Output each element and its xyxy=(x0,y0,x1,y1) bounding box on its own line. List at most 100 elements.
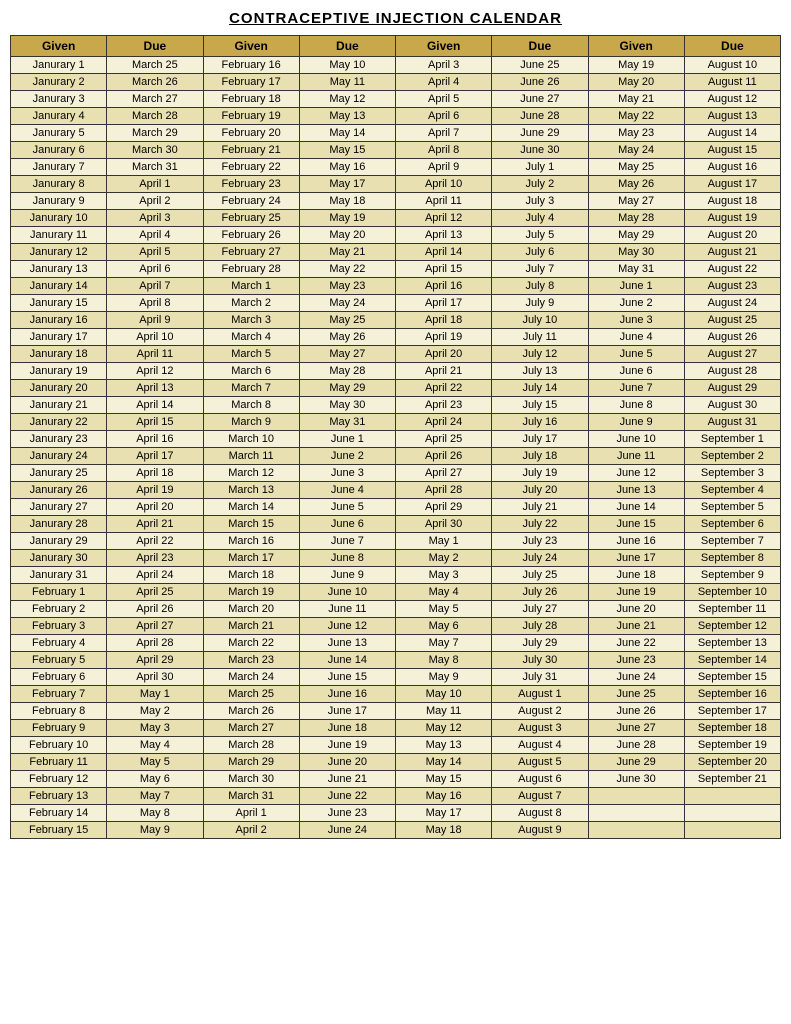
table-cell: August 31 xyxy=(684,414,780,431)
table-cell: June 29 xyxy=(588,754,684,771)
table-cell: July 16 xyxy=(492,414,588,431)
table-row: Janurary 20April 13March 7May 29April 22… xyxy=(11,380,781,397)
table-cell: June 26 xyxy=(588,703,684,720)
table-row: Janurary 6March 30February 21May 15April… xyxy=(11,142,781,159)
table-body: Janurary 1March 25February 16May 10April… xyxy=(11,57,781,839)
table-cell: Janurary 28 xyxy=(11,516,107,533)
table-cell: August 6 xyxy=(492,771,588,788)
table-cell: July 9 xyxy=(492,295,588,312)
table-cell: July 13 xyxy=(492,363,588,380)
table-cell: May 11 xyxy=(396,703,492,720)
table-cell: Janurary 17 xyxy=(11,329,107,346)
table-cell: May 18 xyxy=(299,193,395,210)
table-row: February 11May 5March 29June 20May 14Aug… xyxy=(11,754,781,771)
table-cell: April 4 xyxy=(396,74,492,91)
table-cell: September 21 xyxy=(684,771,780,788)
calendar-table: Given Due Given Due Given Due Given Due … xyxy=(10,35,781,839)
table-cell: March 3 xyxy=(203,312,299,329)
table-cell: April 14 xyxy=(107,397,203,414)
table-cell: June 20 xyxy=(299,754,395,771)
table-cell: June 23 xyxy=(299,805,395,822)
table-cell: April 15 xyxy=(396,261,492,278)
table-cell: April 11 xyxy=(107,346,203,363)
table-cell: June 22 xyxy=(299,788,395,805)
table-cell: March 17 xyxy=(203,550,299,567)
table-cell: May 2 xyxy=(396,550,492,567)
table-cell: June 18 xyxy=(588,567,684,584)
table-cell: May 28 xyxy=(299,363,395,380)
table-cell: Janurary 3 xyxy=(11,91,107,108)
table-cell: Janurary 10 xyxy=(11,210,107,227)
table-cell: August 18 xyxy=(684,193,780,210)
table-row: February 15May 9April 2June 24May 18Augu… xyxy=(11,822,781,839)
table-row: Janurary 13April 6February 28May 22April… xyxy=(11,261,781,278)
table-cell: April 6 xyxy=(396,108,492,125)
table-row: February 8May 2March 26June 17May 11Augu… xyxy=(11,703,781,720)
table-cell: April 30 xyxy=(396,516,492,533)
table-cell: July 25 xyxy=(492,567,588,584)
table-cell: April 2 xyxy=(107,193,203,210)
table-cell: April 18 xyxy=(107,465,203,482)
table-cell: March 2 xyxy=(203,295,299,312)
table-cell: February 17 xyxy=(203,74,299,91)
table-cell: April 2 xyxy=(203,822,299,839)
table-cell: May 9 xyxy=(107,822,203,839)
table-cell: June 9 xyxy=(299,567,395,584)
table-cell: July 1 xyxy=(492,159,588,176)
table-cell: July 29 xyxy=(492,635,588,652)
table-cell: June 1 xyxy=(299,431,395,448)
table-cell: April 12 xyxy=(107,363,203,380)
table-cell: June 7 xyxy=(588,380,684,397)
table-cell: February 16 xyxy=(203,57,299,74)
header-given-4: Given xyxy=(588,36,684,57)
table-cell: May 4 xyxy=(396,584,492,601)
table-cell: May 29 xyxy=(588,227,684,244)
table-cell: April 1 xyxy=(107,176,203,193)
table-cell: July 17 xyxy=(492,431,588,448)
table-cell: August 13 xyxy=(684,108,780,125)
table-cell: May 16 xyxy=(396,788,492,805)
table-row: February 4April 28March 22June 13May 7Ju… xyxy=(11,635,781,652)
table-cell: February 3 xyxy=(11,618,107,635)
table-row: February 10May 4March 28June 19May 13Aug… xyxy=(11,737,781,754)
header-given-3: Given xyxy=(396,36,492,57)
table-cell: April 3 xyxy=(107,210,203,227)
table-cell: May 30 xyxy=(299,397,395,414)
table-cell: April 26 xyxy=(396,448,492,465)
table-cell: February 12 xyxy=(11,771,107,788)
table-cell: Janurary 2 xyxy=(11,74,107,91)
table-cell: August 14 xyxy=(684,125,780,142)
table-row: February 7May 1March 25June 16May 10Augu… xyxy=(11,686,781,703)
table-cell: July 14 xyxy=(492,380,588,397)
table-cell: May 27 xyxy=(299,346,395,363)
table-cell: April 27 xyxy=(396,465,492,482)
table-cell: February 19 xyxy=(203,108,299,125)
table-cell: February 24 xyxy=(203,193,299,210)
table-cell: May 14 xyxy=(299,125,395,142)
table-cell: March 6 xyxy=(203,363,299,380)
table-cell: May 26 xyxy=(588,176,684,193)
table-row: Janurary 16April 9March 3May 25April 18J… xyxy=(11,312,781,329)
table-row: Janurary 4March 28February 19May 13April… xyxy=(11,108,781,125)
table-cell: June 12 xyxy=(588,465,684,482)
table-cell: August 4 xyxy=(492,737,588,754)
table-cell: June 19 xyxy=(299,737,395,754)
table-cell: April 6 xyxy=(107,261,203,278)
table-row: Janurary 23April 16March 10June 1April 2… xyxy=(11,431,781,448)
table-cell: March 20 xyxy=(203,601,299,618)
table-cell: June 24 xyxy=(299,822,395,839)
header-due-1: Due xyxy=(107,36,203,57)
table-cell: July 19 xyxy=(492,465,588,482)
table-cell: June 24 xyxy=(588,669,684,686)
table-cell: April 9 xyxy=(396,159,492,176)
table-row: Janurary 29April 22March 16June 7May 1Ju… xyxy=(11,533,781,550)
table-cell: April 8 xyxy=(396,142,492,159)
table-cell: March 15 xyxy=(203,516,299,533)
table-cell: Janurary 5 xyxy=(11,125,107,142)
table-row: February 13May 7March 31June 22May 16Aug… xyxy=(11,788,781,805)
table-cell: February 21 xyxy=(203,142,299,159)
table-cell: February 14 xyxy=(11,805,107,822)
table-cell: June 4 xyxy=(588,329,684,346)
table-row: Janurary 11April 4February 26May 20April… xyxy=(11,227,781,244)
table-cell: April 24 xyxy=(107,567,203,584)
